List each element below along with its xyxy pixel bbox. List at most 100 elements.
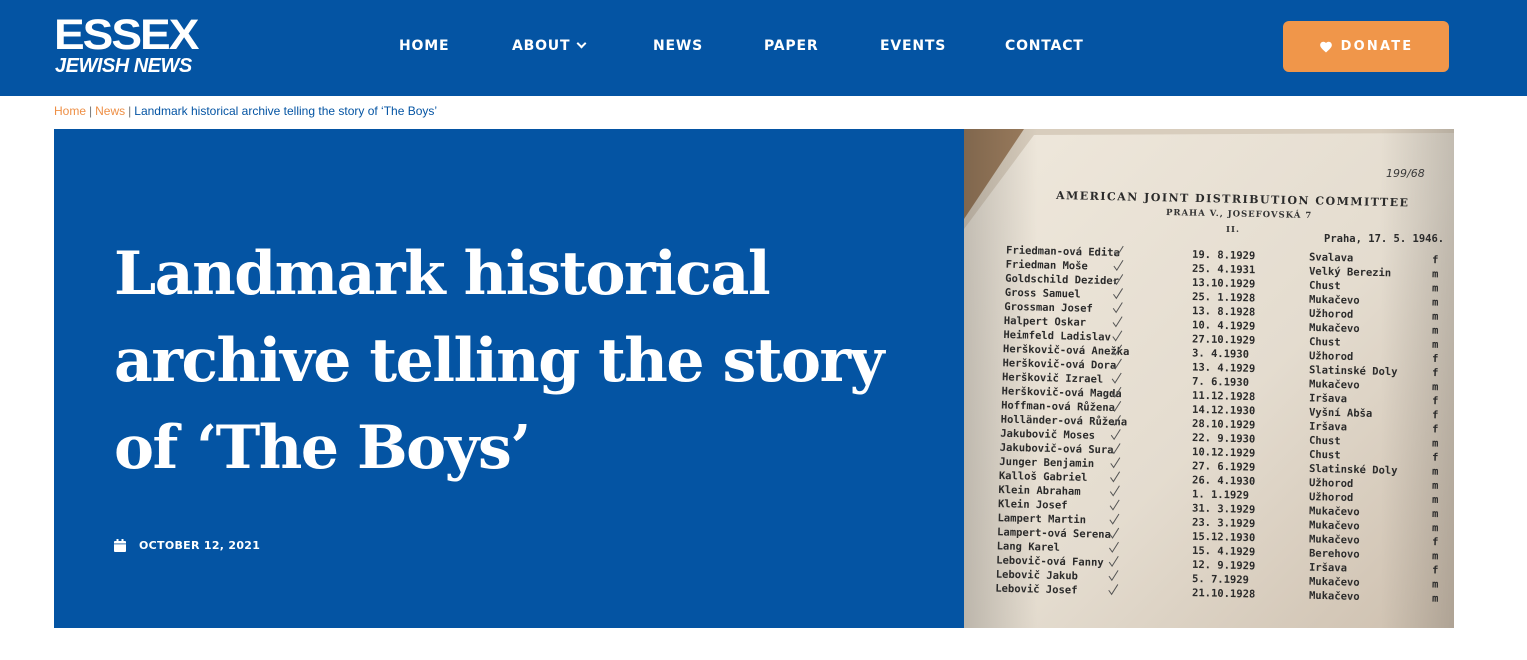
document-row-sex: m	[1432, 550, 1439, 562]
document-row-date: 27.10.1929	[1192, 333, 1255, 346]
document-row-place: Iršava	[1309, 392, 1347, 405]
document-row-sex: f	[1432, 564, 1439, 576]
document-row-sex: f	[1432, 536, 1439, 548]
document-row-sex: m	[1432, 268, 1439, 280]
document-row-place: Chust	[1309, 336, 1341, 349]
document-row-place: Užhorod	[1309, 477, 1354, 490]
document-row-sex: f	[1432, 254, 1439, 266]
document-row-date: 27. 6.1929	[1192, 460, 1255, 473]
document-row-date: 10. 4.1929	[1192, 319, 1255, 332]
document-row-sex: m	[1432, 339, 1439, 351]
document-row-name: Herškovič Izrael	[1002, 371, 1103, 385]
document-row-date: 31. 3.1929	[1192, 503, 1255, 516]
document-row-date: 12. 9.1929	[1192, 559, 1255, 572]
document-row-place: Mukačevo	[1309, 533, 1360, 546]
nav-news-label: NEWS	[653, 38, 704, 54]
document-row-name: Lang Karel	[997, 540, 1060, 553]
document-row-place: Mukačevo	[1309, 294, 1360, 307]
nav-news[interactable]: NEWS	[653, 35, 703, 57]
document-row-name: Gross Samuel	[1005, 287, 1081, 301]
site-header: ESSEX JEWISH NEWS HOME ABOUT NEWS PAPER …	[0, 0, 1527, 96]
document-row-date: 15. 4.1929	[1192, 545, 1255, 558]
document-row-name: Jakubovič Moses	[1000, 428, 1095, 442]
document-row-date: 15.12.1930	[1192, 531, 1255, 544]
document-row-date: 10.12.1929	[1192, 446, 1255, 459]
document-place-date: Praha, 17. 5. 1946.	[1324, 233, 1444, 245]
document-row-name: Klein Abraham	[998, 484, 1080, 498]
archive-document-photo: 199/68 AMERICAN JOINT DISTRIBUTION COMMI…	[964, 129, 1454, 628]
document-row-date: 28.10.1929	[1192, 418, 1255, 431]
document-row-date: 25. 4.1931	[1192, 263, 1255, 276]
document-row-sex: m	[1432, 437, 1439, 449]
nav-contact[interactable]: CONTACT	[1005, 35, 1084, 57]
donate-button[interactable]: DONATE	[1283, 21, 1449, 72]
chevron-down-icon	[576, 38, 587, 49]
article-date: OCTOBER 12, 2021	[139, 539, 261, 552]
article-meta: OCTOBER 12, 2021	[114, 539, 260, 552]
document-row-date: 23. 3.1929	[1192, 517, 1255, 530]
document-row-date: 22. 9.1930	[1192, 432, 1255, 445]
document-row-place: Mukačevo	[1309, 590, 1360, 603]
document-row-place: Svalava	[1309, 251, 1354, 264]
breadcrumb-current: Landmark historical archive telling the …	[134, 104, 438, 118]
document-row-sex: m	[1432, 508, 1439, 520]
document-row-sex: m	[1432, 282, 1439, 294]
document-row-place: Užhorod	[1309, 491, 1354, 504]
document-row-date: 1. 1.1929	[1192, 488, 1249, 501]
document-row-name: Lebovič Josef	[995, 583, 1077, 597]
document-row-date: 13. 4.1929	[1192, 362, 1255, 375]
document-row-date: 21.10.1928	[1192, 587, 1255, 600]
breadcrumb: Home | News | Landmark historical archive te…	[54, 104, 437, 118]
document-row-name: Lebovič Jakub	[996, 569, 1078, 583]
nav-about-label: ABOUT	[512, 38, 571, 54]
document-row-name: Hoffman-ová Růžena	[1001, 398, 1115, 414]
document-row-place: Užhorod	[1309, 350, 1354, 363]
document-row-name: Kalloš Gabriel	[999, 470, 1088, 484]
article-title: Landmark historical archive telling the …	[114, 239, 884, 483]
document-row-sex: m	[1432, 311, 1439, 323]
nav-paper[interactable]: PAPER	[764, 35, 818, 57]
document-row-name: Herškovič-ová Dora	[1002, 357, 1116, 372]
document-row-sex: m	[1432, 381, 1439, 393]
document-row-date: 13. 8.1928	[1192, 305, 1255, 318]
document-row-place: Chust	[1309, 449, 1341, 462]
breadcrumb-home[interactable]: Home	[54, 104, 86, 118]
document-row-place: Chust	[1309, 435, 1341, 448]
calendar-icon	[114, 539, 126, 552]
logo-subtitle: JEWISH NEWS	[55, 55, 192, 77]
nav-events[interactable]: EVENTS	[880, 35, 946, 57]
document-row-sex: f	[1432, 353, 1439, 365]
document-row-sex: m	[1432, 593, 1439, 605]
document-row-place: Slatinské Doly	[1309, 364, 1398, 378]
nav-contact-label: CONTACT	[1005, 38, 1084, 54]
document-row-sex: m	[1432, 494, 1439, 506]
document-row-name: Klein Josef	[998, 498, 1068, 512]
document-row-place: Mukačevo	[1309, 322, 1360, 335]
nav-home[interactable]: HOME	[399, 35, 449, 57]
breadcrumb-separator: |	[89, 104, 93, 118]
document-row-date: 13.10.1929	[1192, 277, 1255, 290]
document-row-sex: f	[1432, 367, 1439, 379]
document-row-sex: m	[1432, 480, 1439, 492]
document-row-name: Grossman Josef	[1004, 301, 1093, 315]
donate-label: DONATE	[1340, 39, 1414, 54]
site-logo[interactable]: ESSEX JEWISH NEWS	[54, 10, 234, 78]
document-row-name: Junger Benjamin	[999, 456, 1094, 470]
document-row-name: Friedman Moše	[1006, 259, 1088, 273]
heart-icon	[1319, 41, 1332, 53]
document-row-date: 11.12.1928	[1192, 390, 1255, 403]
logo-wordmark: ESSEX	[54, 10, 199, 59]
document-row-place: Iršava	[1309, 421, 1347, 434]
document-row-date: 19. 8.1929	[1192, 249, 1255, 262]
document-row-name: Halpert Oskar	[1004, 315, 1086, 329]
document-row-place: Mukačevo	[1309, 505, 1360, 518]
breadcrumb-news[interactable]: News	[95, 104, 125, 118]
document-row-place: Užhorod	[1309, 308, 1354, 321]
document-row-sex: m	[1432, 466, 1439, 478]
document-row-sex: f	[1432, 395, 1439, 407]
document-row-name: Heimfeld Ladislav	[1003, 329, 1111, 343]
document-row-date: 3. 4.1930	[1192, 347, 1249, 360]
document-row-date: 25. 1.1928	[1192, 291, 1255, 304]
nav-about[interactable]: ABOUT	[512, 35, 587, 57]
nav-events-label: EVENTS	[880, 38, 947, 54]
